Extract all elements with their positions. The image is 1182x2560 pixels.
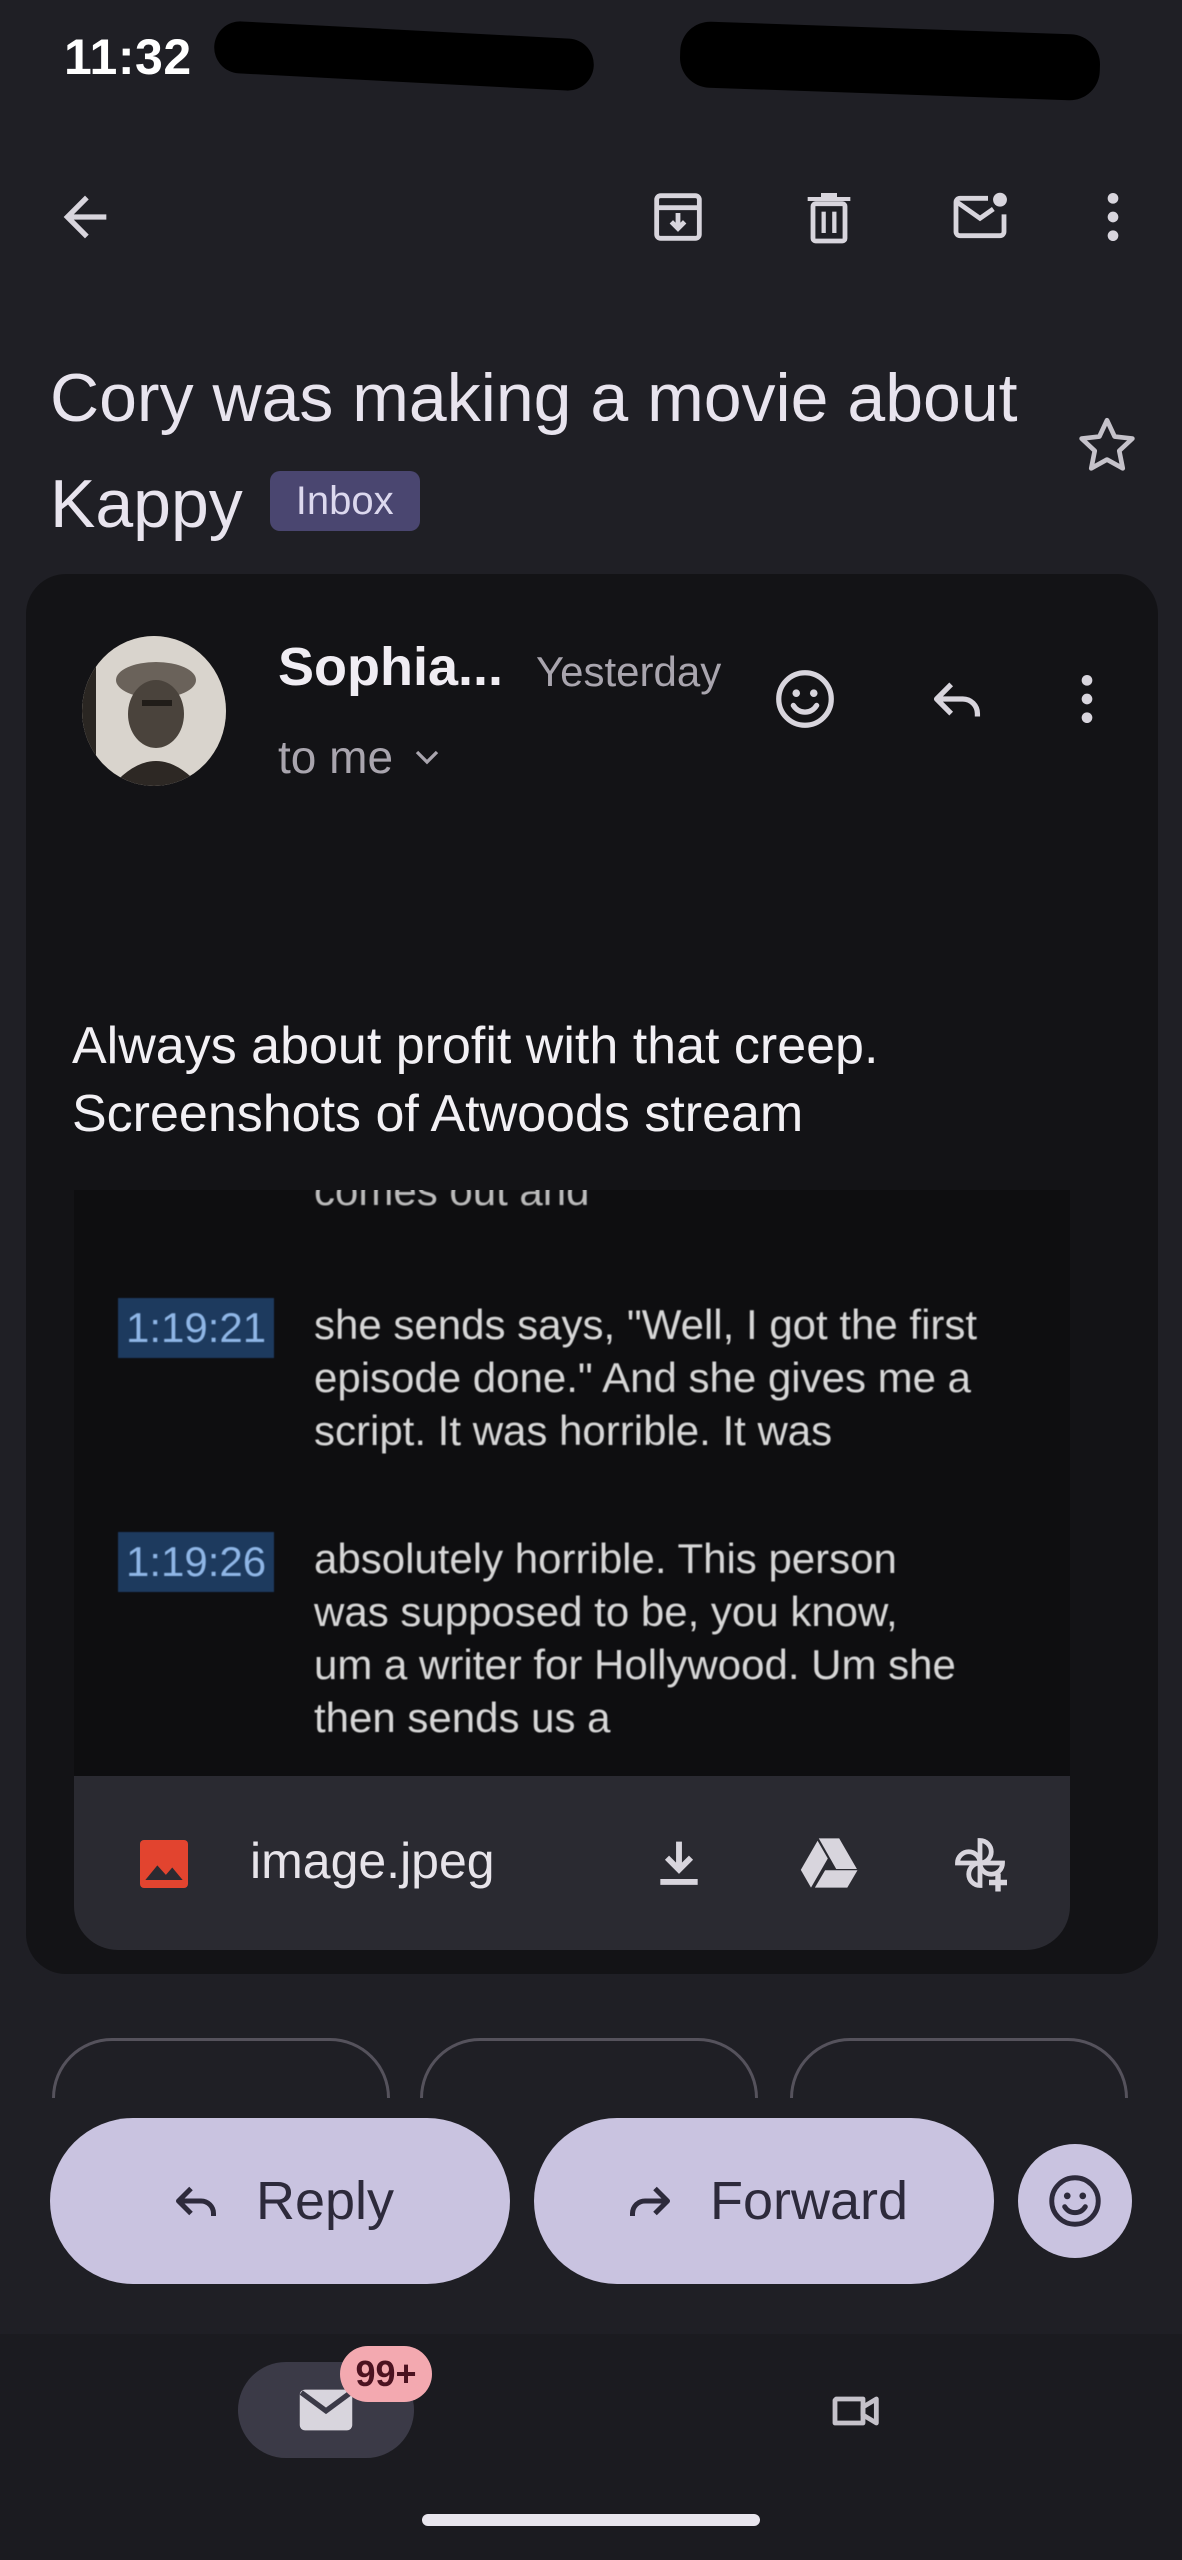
save-to-drive-button[interactable] <box>784 1818 874 1908</box>
attachment-filename[interactable]: image.jpeg <box>250 1832 495 1890</box>
transcript-partial-line: comes out and <box>314 1190 590 1214</box>
transcript-text: absolutely horrible. This person was sup… <box>314 1532 1054 1744</box>
more-options-button[interactable] <box>1068 172 1158 262</box>
smart-reply-chip[interactable] <box>52 2038 390 2098</box>
inbox-label-badge[interactable]: Inbox <box>269 471 420 532</box>
message-more-button[interactable] <box>1042 654 1132 744</box>
body-line: Screenshots of Atwoods stream <box>72 1085 804 1143</box>
star-icon <box>1079 417 1135 471</box>
reply-icon <box>175 2186 216 2216</box>
redacted-status-area <box>678 20 1102 102</box>
transcript-line: episode done." And she gives me a <box>314 1354 972 1401</box>
download-icon <box>660 1841 698 1885</box>
mark-unread-button[interactable] <box>935 172 1025 262</box>
recipient-label: to me <box>278 731 394 783</box>
back-button[interactable] <box>40 172 130 262</box>
image-file-icon <box>132 1832 196 1901</box>
download-attachment-button[interactable] <box>634 1818 724 1908</box>
transcript-text: she sends says, "Well, I got the first e… <box>314 1298 1054 1457</box>
transcript-timestamp: 1:19:21 <box>118 1298 275 1358</box>
subject-title: Cory was making a movie about Kappy <box>50 360 1018 542</box>
email-subject: Cory was making a movie about Kappy Inbo… <box>50 345 1050 557</box>
transcript-line: absolutely horrible. This person <box>314 1535 897 1582</box>
react-emoji-button[interactable] <box>1018 2144 1132 2258</box>
home-indicator[interactable] <box>422 2514 760 2526</box>
emoji-icon <box>1049 2175 1101 2227</box>
avatar-photo-icon <box>82 636 226 786</box>
smart-reply-chip[interactable] <box>420 2038 758 2098</box>
reply-icon <box>933 682 981 717</box>
smart-reply-chip[interactable] <box>790 2038 1128 2098</box>
redacted-status-area <box>212 20 596 92</box>
star-button[interactable] <box>1062 400 1152 490</box>
reply-icon-button[interactable] <box>912 654 1002 744</box>
forward-label: Forward <box>709 2171 909 2231</box>
message-body: Always about profit with that creep. Scr… <box>72 1012 1092 1148</box>
nav-meet-tab[interactable] <box>810 2366 900 2456</box>
transcript-line: she sends says, "Well, I got the first <box>314 1301 978 1348</box>
attachment-bar[interactable] <box>74 1776 1070 1950</box>
more-vert-icon <box>1081 675 1093 723</box>
trash-icon <box>807 193 851 244</box>
bottom-navigation <box>0 2334 1182 2560</box>
attached-image-preview[interactable]: comes out and 1:19:21 she sends says, "W… <box>74 1190 1070 1776</box>
transcript-line: um a writer for Hollywood. Um she <box>314 1641 956 1688</box>
reply-button[interactable]: Reply <box>50 2118 510 2284</box>
sender-name[interactable]: Sophia... <box>278 636 503 698</box>
archive-icon <box>654 193 702 241</box>
message-date: Yesterday <box>536 648 722 695</box>
add-to-photos-button[interactable] <box>935 1818 1025 1908</box>
status-time: 11:32 <box>64 29 192 85</box>
recipient-details-toggle[interactable]: to me <box>278 730 447 784</box>
video-camera-icon <box>832 2396 879 2426</box>
forward-button[interactable]: Forward <box>534 2118 994 2284</box>
transcript-timestamp: 1:19:26 <box>118 1532 275 1592</box>
transcript-line: then sends us a <box>314 1694 611 1741</box>
delete-button[interactable] <box>784 172 874 262</box>
more-vert-icon <box>1107 193 1119 241</box>
reply-label: Reply <box>255 2171 395 2231</box>
photos-add-icon <box>955 1838 1007 1892</box>
transcript-line: script. It was horrible. It was <box>314 1407 833 1454</box>
drive-icon <box>800 1838 858 1888</box>
chevron-down-icon <box>415 750 439 765</box>
body-line: Always about profit with that creep. <box>72 1017 879 1075</box>
forward-icon <box>629 2186 670 2216</box>
arrow-back-icon <box>63 195 107 239</box>
add-reaction-button[interactable] <box>760 654 850 744</box>
unread-count-badge: 99+ <box>340 2346 432 2402</box>
sender-avatar[interactable] <box>82 636 226 786</box>
transcript-line: was supposed to be, you know, <box>314 1588 898 1635</box>
archive-button[interactable] <box>633 172 723 262</box>
mail-unread-icon <box>953 192 1007 239</box>
emoji-icon <box>776 670 834 728</box>
